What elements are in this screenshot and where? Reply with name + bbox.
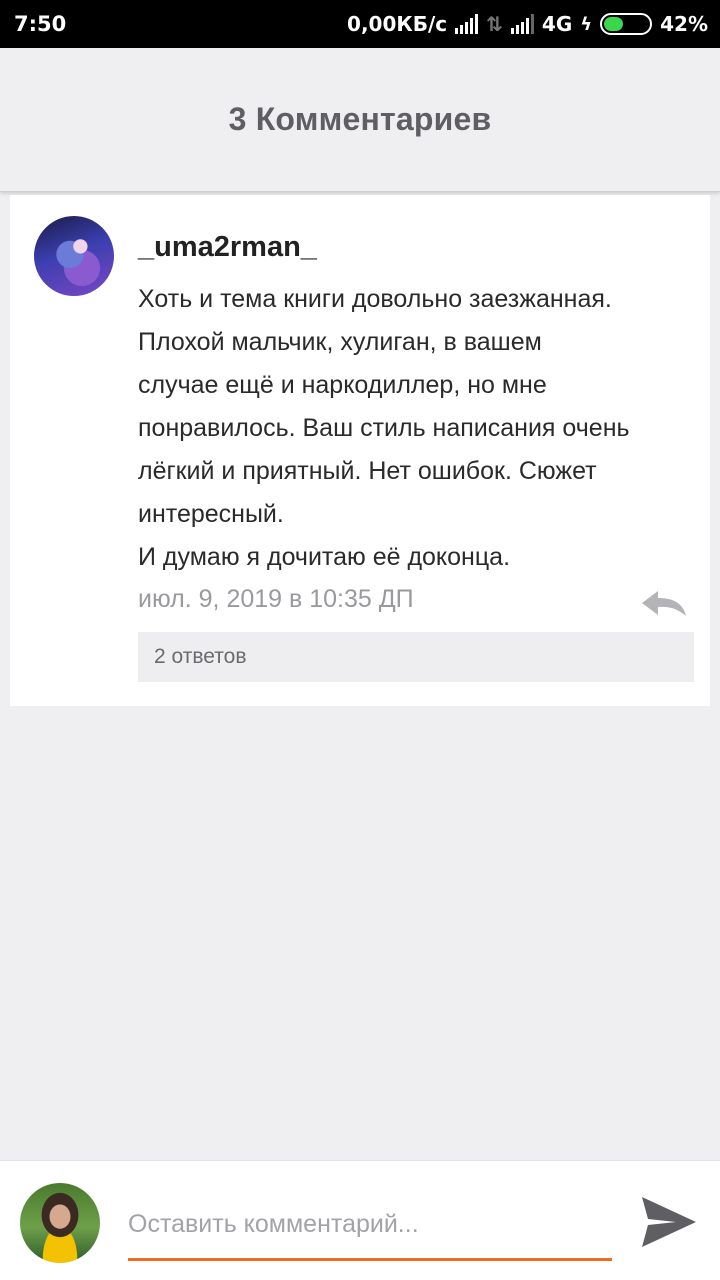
status-bar: 7:50 0,00КБ/с ⇅ 4G ϟ 42% [0, 0, 720, 48]
comment-username[interactable]: _uma2rman_ [138, 231, 317, 264]
battery-percent: 42% [660, 12, 708, 36]
network-type: 4G [541, 12, 573, 36]
comment-card: _uma2rman_ Хоть и тема книги довольно за… [10, 195, 710, 706]
data-transfer-icon: ⇅ [486, 12, 503, 36]
signal-strength-icon [455, 14, 479, 34]
app-header: 3 Комментариев [0, 48, 720, 192]
network-speed: 0,00КБ/с [347, 12, 448, 36]
comment-timestamp: июл. 9, 2019 в 10:35 ДП [138, 585, 414, 613]
signal-strength-icon-2 [510, 14, 534, 34]
current-user-avatar [20, 1183, 100, 1263]
page-title: 3 Комментариев [228, 101, 492, 137]
replies-button[interactable]: 2 ответов [138, 632, 694, 682]
comment-input[interactable] [128, 1199, 612, 1249]
compose-bar [0, 1160, 720, 1280]
input-underline [128, 1258, 612, 1261]
charging-icon: ϟ [580, 13, 593, 35]
avatar[interactable] [34, 216, 114, 296]
status-time: 7:50 [14, 12, 67, 36]
comment-text: Хоть и тема книги довольно заезжанная. П… [138, 285, 630, 571]
status-indicators: 0,00КБ/с ⇅ 4G ϟ 42% [347, 12, 708, 36]
replies-label: 2 ответов [154, 645, 247, 668]
reply-arrow-icon[interactable] [640, 587, 688, 619]
battery-icon [600, 13, 653, 35]
send-icon[interactable] [638, 1191, 700, 1253]
